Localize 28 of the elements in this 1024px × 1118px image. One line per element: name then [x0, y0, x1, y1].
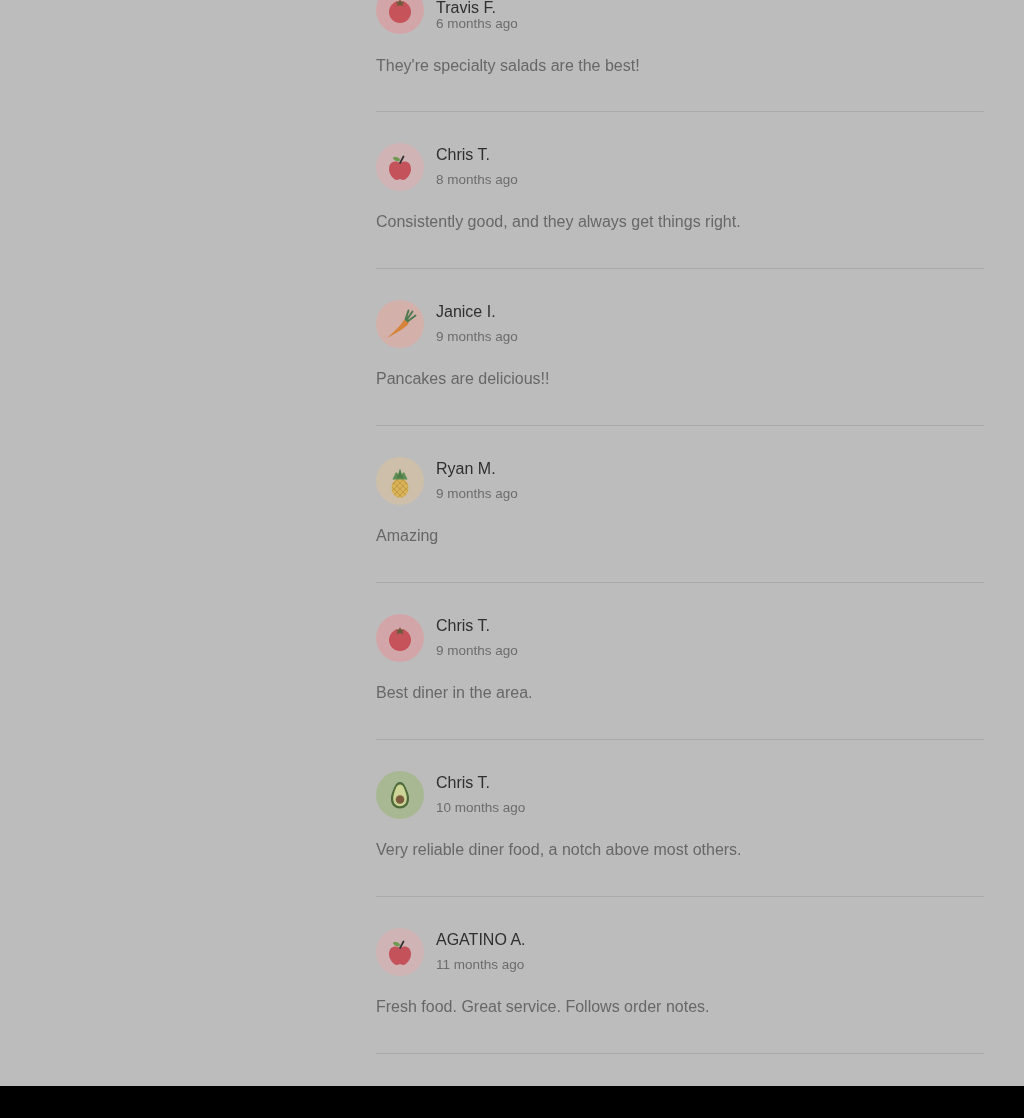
review-text: Pancakes are delicious!!: [376, 369, 551, 389]
reviewer-name: Chris T.: [436, 617, 490, 635]
review-text: Best diner in the area.: [376, 683, 534, 703]
review-time: 6 months ago: [436, 16, 518, 32]
pineapple-icon: [376, 457, 424, 505]
reviewer-name: Ryan M.: [436, 460, 496, 478]
review-text: They're specialty salads are the best!: [376, 56, 641, 76]
reviewer-name: Janice I.: [436, 303, 496, 321]
review-text: Consistently good, and they always get things right.: [376, 212, 742, 232]
apple-icon: [376, 143, 424, 191]
reviewer-name: Travis F.: [436, 0, 496, 16]
review-time: 8 months ago: [436, 172, 518, 188]
review-time: 9 months ago: [436, 329, 518, 345]
tomato-icon: [376, 614, 424, 662]
carrot-icon: [376, 300, 424, 348]
review-time: 10 months ago: [436, 800, 526, 816]
reviewer-name: Chris T.: [436, 146, 490, 164]
review-time: 9 months ago: [436, 643, 518, 659]
review-text: Amazing: [376, 526, 440, 546]
review-time: 11 months ago: [436, 957, 525, 973]
apple-icon: [376, 928, 424, 976]
reviewer-name: AGATINO A.: [436, 931, 526, 949]
avocado-icon: [376, 771, 424, 819]
review-time: 9 months ago: [436, 486, 518, 502]
tomato-icon: [376, 0, 424, 34]
review-text: Very reliable diner food, a notch above most others.: [376, 840, 743, 860]
reviewer-name: Chris T.: [436, 774, 490, 792]
review-text: Fresh food. Great service. Follows order notes.: [376, 997, 711, 1017]
